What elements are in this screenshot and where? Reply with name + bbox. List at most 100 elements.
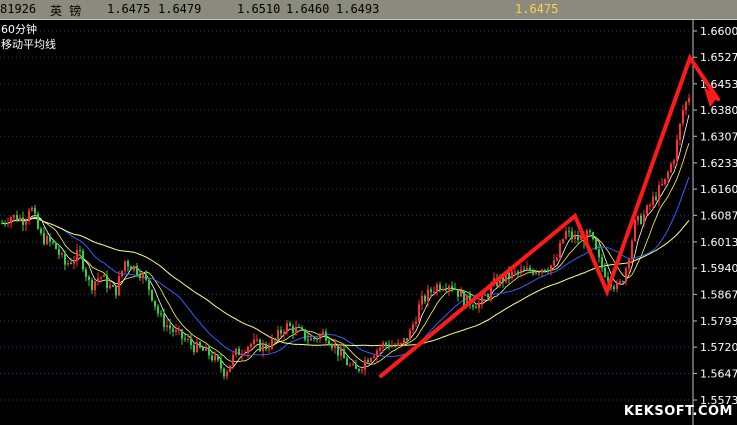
candle-body: [37, 213, 39, 229]
watermark: KEKSOFT.COM: [623, 404, 733, 419]
candle-body: [631, 240, 633, 260]
candle-body: [139, 274, 141, 278]
candle-body: [547, 271, 549, 273]
candle-body: [649, 205, 651, 207]
candle-body: [7, 223, 9, 225]
candle-body: [343, 349, 345, 359]
candle-body: [1, 223, 3, 225]
candle-body: [145, 274, 147, 280]
candle-body: [34, 207, 36, 214]
candle-body: [457, 289, 459, 297]
candle-body: [274, 338, 276, 340]
candle-body: [154, 300, 156, 307]
candle-body: [634, 220, 636, 241]
candle-body: [241, 354, 243, 356]
candle-body: [553, 260, 555, 266]
candle-body: [229, 365, 231, 372]
candle-body: [4, 223, 6, 225]
candle-body: [133, 265, 135, 270]
candle-body: [412, 324, 414, 330]
y-tick-label: 1.6160: [700, 183, 737, 196]
candle-body: [622, 281, 624, 283]
candle-body: [286, 323, 288, 332]
candle-body: [418, 304, 420, 322]
candle-body: [43, 233, 45, 244]
candle-body: [355, 364, 357, 369]
candle-body: [562, 238, 564, 244]
price-chart: 1.66001.65271.64531.63801.63071.62331.61…: [0, 20, 737, 425]
candle-body: [304, 329, 306, 340]
candle-body: [604, 267, 606, 277]
candle-body: [115, 286, 117, 296]
candle-body: [463, 291, 465, 306]
candle-body: [346, 358, 348, 366]
candle-body: [187, 339, 189, 341]
candle-body: [61, 253, 63, 255]
candle-body: [538, 272, 540, 274]
candle-body: [85, 269, 87, 277]
candle-body: [277, 329, 279, 339]
candle-body: [202, 347, 204, 351]
candle-body: [481, 295, 483, 304]
candle-body: [682, 109, 684, 124]
candle-body: [223, 368, 225, 377]
candle-body: [592, 232, 594, 240]
candle-body: [454, 288, 456, 290]
candle-body: [13, 215, 15, 218]
y-tick-label: 1.6380: [700, 104, 737, 117]
candle-body: [673, 160, 675, 164]
candle-body: [658, 185, 660, 200]
candle-body: [358, 368, 360, 371]
candle-body: [163, 314, 165, 328]
candle-body: [268, 348, 270, 350]
candle-body: [244, 353, 246, 355]
candle-body: [172, 328, 174, 332]
candle-body: [643, 214, 645, 224]
candle-body: [598, 249, 600, 258]
candle-body: [424, 295, 426, 302]
candle-body: [676, 139, 678, 161]
candle-body: [310, 338, 312, 341]
ma-20-line: [1, 176, 690, 357]
candle-body: [235, 348, 237, 355]
candle-body: [259, 339, 261, 352]
candle-body: [238, 348, 240, 355]
candle-body: [214, 355, 216, 361]
chart-period: 60分钟: [1, 23, 37, 36]
candle-body: [28, 210, 30, 222]
y-tick-label: 1.5867: [700, 288, 737, 301]
candle-body: [574, 236, 576, 240]
candle-body: [91, 279, 93, 291]
candle-body: [94, 281, 96, 291]
candle-body: [211, 355, 213, 361]
candle-body: [226, 371, 228, 377]
candle-body: [70, 263, 72, 265]
candle-body: [364, 359, 366, 370]
candle-body: [232, 354, 234, 366]
candle-body: [367, 359, 369, 362]
y-tick-label: 1.5793: [700, 315, 737, 328]
candle-body: [442, 289, 444, 291]
candle-body: [328, 340, 330, 345]
candle-body: [616, 283, 618, 290]
candle-body: [337, 345, 339, 356]
candle-body: [646, 205, 648, 215]
candle-body: [247, 346, 249, 354]
chart-title: 60分钟 移动平均线: [1, 22, 56, 52]
candle-body: [157, 306, 159, 314]
y-tick-label: 1.5940: [700, 262, 737, 275]
candle-body: [397, 343, 399, 347]
candle-body: [217, 355, 219, 360]
candle-body: [322, 331, 324, 335]
candle-body: [205, 346, 207, 351]
candle-body: [178, 329, 180, 331]
candle-body: [529, 267, 531, 271]
candle-body: [478, 303, 480, 309]
candle-body: [121, 270, 123, 277]
candle-body: [421, 295, 423, 305]
y-tick-label: 1.6233: [700, 157, 737, 170]
candle-body: [124, 261, 126, 271]
candle-body: [451, 285, 453, 289]
candle-body: [148, 279, 150, 290]
candle-body: [262, 343, 264, 352]
